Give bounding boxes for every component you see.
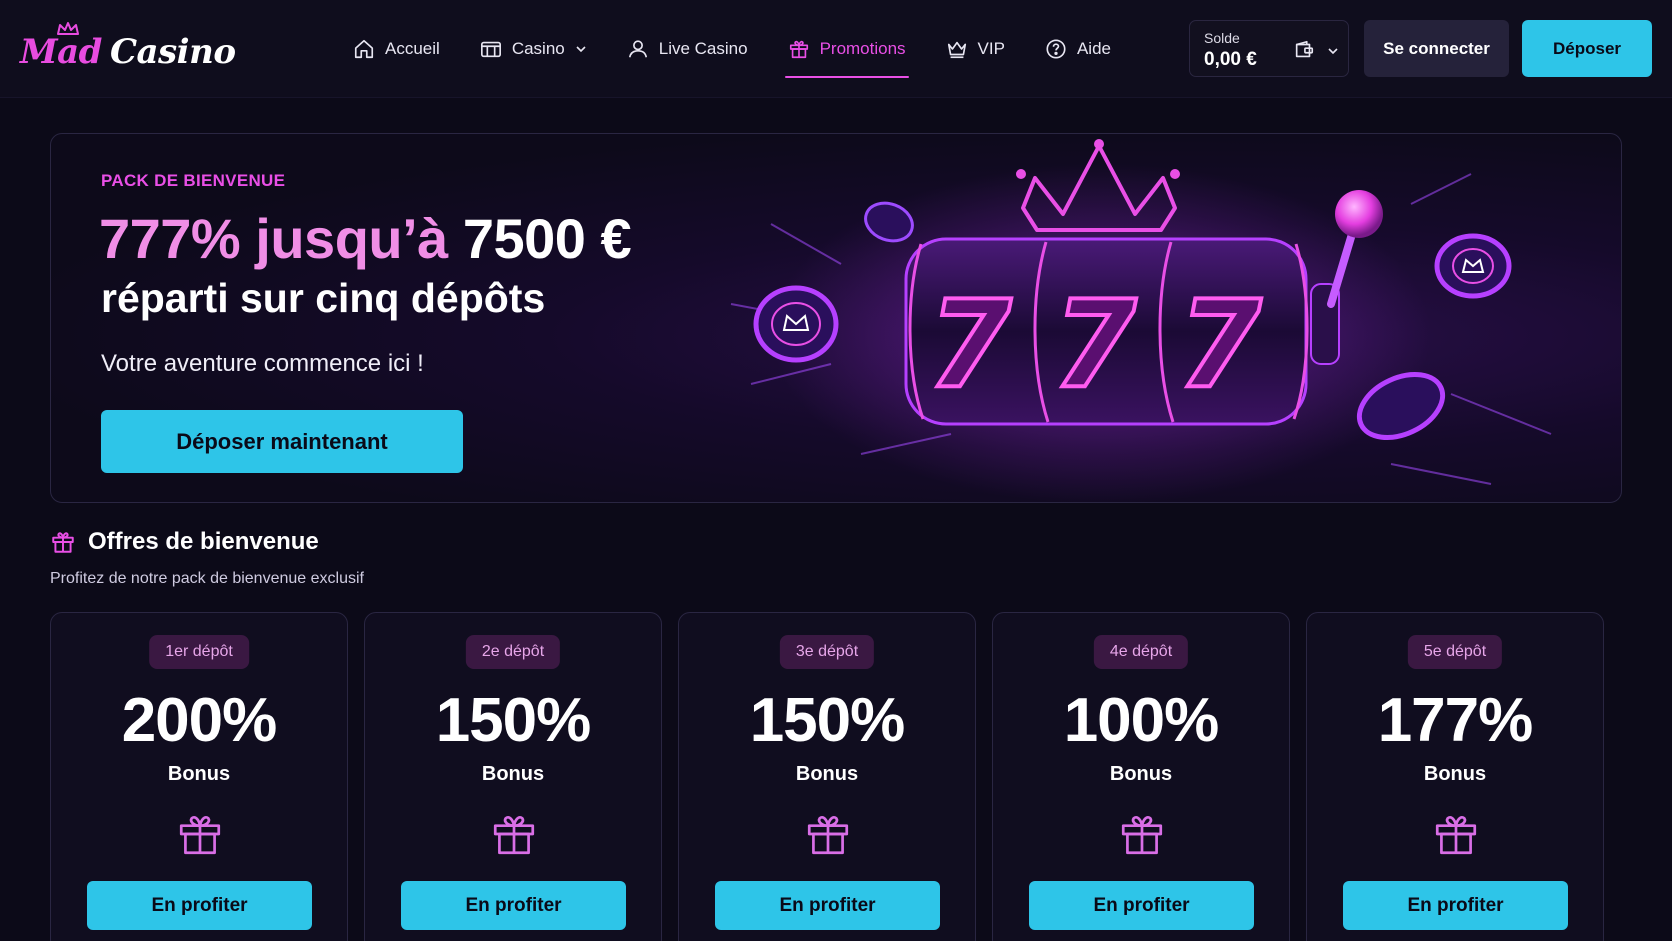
gift-icon: [493, 815, 535, 855]
gift-icon: [807, 815, 849, 855]
logo-casino: Casino: [109, 32, 236, 72]
nav-item-casino[interactable]: Casino: [460, 0, 607, 98]
main-nav: Accueil Casino Live Casino Promotions VI…: [333, 0, 1131, 98]
bonus-label: Bonus: [481, 763, 545, 785]
nav-label-accueil: Accueil: [385, 39, 440, 58]
bonus-label: Bonus: [795, 763, 859, 785]
balance-amount: 0,00 €: [1204, 49, 1257, 70]
gift-icon: [1435, 815, 1477, 855]
gift-icon: [1121, 815, 1163, 855]
nav-item-live-casino[interactable]: Live Casino: [607, 0, 768, 98]
offers-title: Offres de bienvenue: [88, 528, 319, 555]
wallet-dropdown[interactable]: Solde 0,00 €: [1189, 20, 1349, 77]
gift-icon: [789, 40, 808, 59]
nav-item-accueil[interactable]: Accueil: [333, 0, 460, 98]
user-icon: [628, 40, 647, 58]
logo-crown-icon: [57, 22, 79, 35]
bonus-label: Bonus: [1423, 763, 1487, 785]
offer-card: 2e dépôt 150% Bonus En profiter: [364, 612, 662, 941]
slot-machine-illustration: 7 7 7: [730, 139, 1552, 502]
nav-label-aide: Aide: [1076, 39, 1111, 58]
svg-text:7: 7: [1053, 276, 1137, 415]
bonus-percent: 150%: [749, 686, 906, 755]
offer-card: 4e dépôt 100% Bonus En profiter: [992, 612, 1290, 941]
claim-offer-button[interactable]: En profiter: [1029, 881, 1254, 930]
nav-label-promotions: Promotions: [819, 39, 906, 58]
help-circle-icon: [1046, 39, 1066, 59]
banner-tagline: Votre aventure commence ici !: [101, 350, 424, 377]
bonus-label: Bonus: [1109, 763, 1173, 785]
claim-offer-button[interactable]: En profiter: [1343, 881, 1568, 930]
wallet-icon: [1295, 40, 1314, 58]
deposit-badge: 4e dépôt: [1093, 635, 1189, 669]
claim-offer-button[interactable]: En profiter: [87, 881, 312, 930]
chevron-down-icon: [576, 46, 586, 53]
offers-header: Offres de bienvenue: [50, 528, 319, 556]
nav-label-casino: Casino: [511, 39, 565, 58]
casino-chip-left: [753, 285, 839, 363]
nav-item-vip[interactable]: VIP: [926, 0, 1025, 98]
bonus-percent: 150%: [435, 686, 592, 755]
nav-item-aide[interactable]: Aide: [1025, 0, 1131, 98]
chevron-down-icon: [1328, 48, 1338, 55]
crown-icon: [947, 41, 966, 59]
banner-title-highlight: 777% jusqu’à: [99, 207, 448, 270]
banner-title: 777% jusqu’à 7500 €: [99, 206, 632, 271]
deposit-badge: 1er dépôt: [149, 635, 249, 669]
banner-title-amount: 7500 €: [462, 207, 632, 270]
claim-offer-button[interactable]: En profiter: [401, 881, 626, 930]
bonus-label: Bonus: [167, 763, 231, 785]
login-button[interactable]: Se connecter: [1364, 20, 1509, 77]
svg-text:7: 7: [928, 276, 1012, 415]
banner-eyebrow: PACK DE BIENVENUE: [101, 171, 286, 190]
welcome-banner: PACK DE BIENVENUE 777% jusqu’à 7500 € ré…: [50, 133, 1622, 503]
offer-card: 3e dépôt 150% Bonus En profiter: [678, 612, 976, 941]
deposit-now-button[interactable]: Déposer maintenant: [101, 410, 463, 473]
logo-mad: Mad: [20, 32, 102, 72]
deposit-badge: 3e dépôt: [779, 635, 875, 669]
gift-icon: [52, 532, 74, 553]
bonus-percent: 177%: [1377, 686, 1534, 755]
deposit-button[interactable]: Déposer: [1522, 20, 1652, 77]
nav-label-vip: VIP: [977, 39, 1005, 58]
home-icon: [354, 39, 374, 59]
svg-text:7: 7: [1178, 276, 1262, 415]
deposit-badge: 2e dépôt: [465, 635, 561, 669]
bonus-percent: 100%: [1063, 686, 1220, 755]
nav-label-live-casino: Live Casino: [658, 39, 748, 58]
gift-icon: [179, 815, 221, 855]
offer-card: 5e dépôt 177% Bonus En profiter: [1306, 612, 1604, 941]
deposit-badge: 5e dépôt: [1407, 635, 1503, 669]
bonus-percent: 200%: [121, 686, 278, 755]
offers-subtitle: Profitez de notre pack de bienvenue excl…: [50, 570, 364, 587]
top-header: Mad Casino Accueil Casino Live Casino Pr…: [0, 0, 1672, 98]
banner-subtitle: réparti sur cinq dépôts: [101, 275, 546, 321]
nav-item-promotions[interactable]: Promotions: [768, 0, 926, 98]
slot-machine-icon: [480, 41, 501, 58]
offer-card: 1er dépôt 200% Bonus En profiter: [50, 612, 348, 941]
claim-offer-button[interactable]: En profiter: [715, 881, 940, 930]
balance-label: Solde: [1204, 30, 1240, 46]
logo[interactable]: Mad Casino: [20, 22, 236, 72]
